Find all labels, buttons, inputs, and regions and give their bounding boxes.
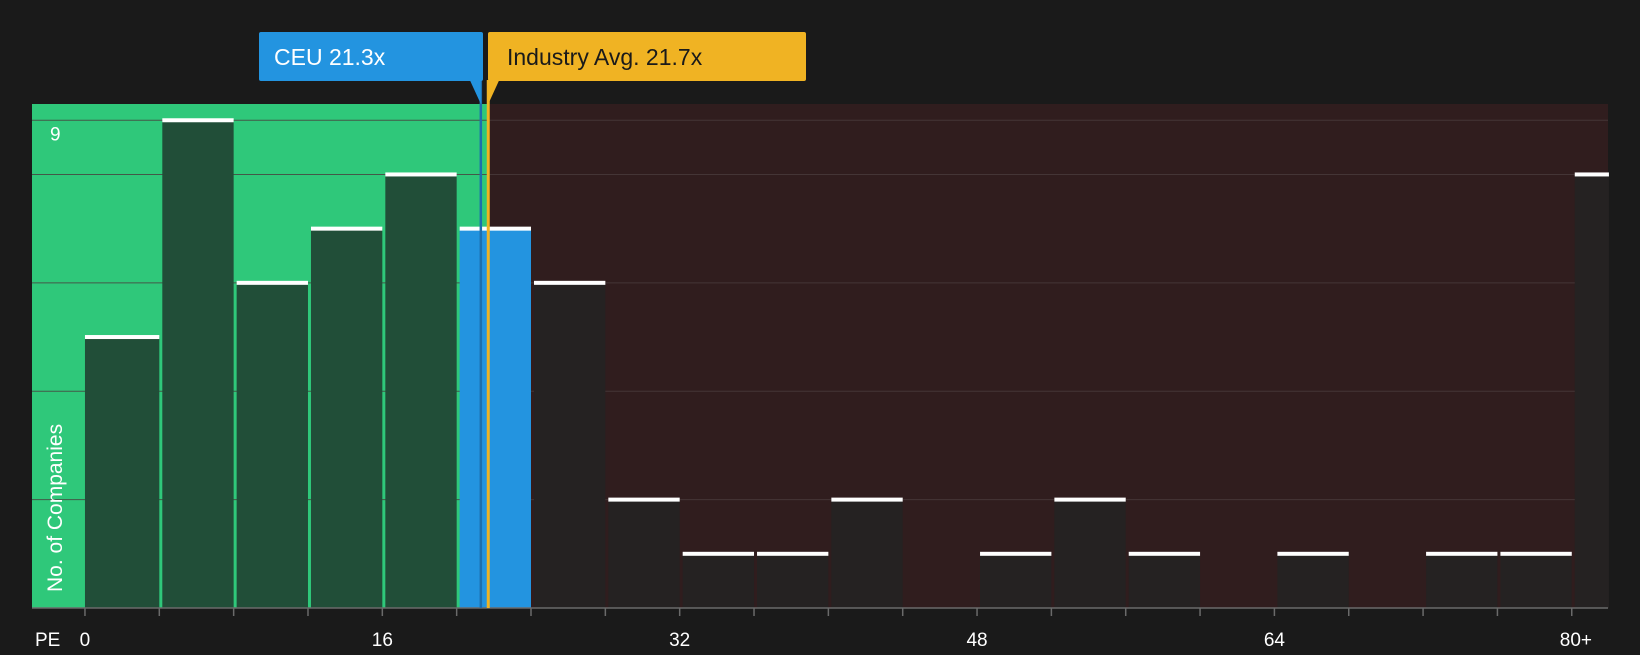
pe-distribution-chart: 0 16 32 48 64 80+ PE 9 No. of Companies CEU 21.3x… — [0, 0, 1640, 651]
bar-top-line — [162, 118, 234, 123]
histogram-bar — [236, 282, 308, 608]
histogram-bar — [385, 174, 457, 609]
histogram-bar — [1128, 553, 1201, 608]
histogram-bar — [459, 228, 532, 609]
bar-top-line — [1426, 551, 1498, 556]
histogram-bar — [831, 499, 903, 608]
industry-marker-pointer — [488, 80, 500, 104]
x-tick-label: 32 — [669, 630, 690, 650]
histogram-bar — [1277, 553, 1349, 608]
industry-marker-label: Industry Avg. 21.7x — [507, 44, 703, 70]
histogram-bar — [84, 337, 160, 608]
x-tick-label: 48 — [966, 630, 987, 650]
bar-top-line — [1574, 172, 1609, 177]
bar-top-line — [84, 335, 160, 340]
x-tick-label: 0 — [80, 630, 91, 650]
x-axis-label: PE — [35, 630, 60, 650]
histogram-bar — [1054, 499, 1126, 608]
histogram-bar — [608, 499, 680, 608]
histogram-bar — [1500, 553, 1572, 608]
bar-top-line — [1277, 551, 1349, 556]
bar-top-line — [980, 551, 1052, 556]
histogram-bar — [1574, 174, 1609, 609]
histogram-bar — [682, 553, 755, 608]
bar-top-line — [757, 551, 829, 556]
y-axis-label: No. of Companies — [44, 424, 67, 592]
bar-top-line — [608, 497, 680, 502]
histogram-bar — [757, 553, 829, 608]
histogram-bar — [310, 228, 383, 609]
bar-top-line — [831, 497, 903, 502]
bar-top-line — [236, 280, 308, 285]
bar-top-line — [1054, 497, 1126, 502]
x-tick-label: 80+ — [1560, 630, 1592, 650]
bar-top-line — [534, 280, 606, 285]
bar-top-line — [459, 226, 532, 231]
bar-top-line — [682, 551, 755, 556]
histogram-bar — [534, 282, 606, 608]
bar-top-line — [1500, 551, 1572, 556]
histogram-bar — [1426, 553, 1498, 608]
y-tick-label: 9 — [50, 124, 61, 145]
bar-top-line — [385, 172, 457, 177]
histogram-bar — [162, 120, 234, 609]
chart-svg: 0 16 32 48 64 80+ PE 9 No. of Companies CEU 21.3x… — [32, 32, 1609, 651]
bar-top-line — [310, 226, 383, 231]
company-marker-label: CEU 21.3x — [274, 44, 386, 70]
company-marker-pointer — [469, 80, 481, 104]
histogram-bar — [980, 553, 1052, 608]
x-tick-label: 16 — [372, 630, 393, 650]
bar-top-line — [1128, 551, 1201, 556]
x-tick-label: 64 — [1264, 630, 1286, 650]
